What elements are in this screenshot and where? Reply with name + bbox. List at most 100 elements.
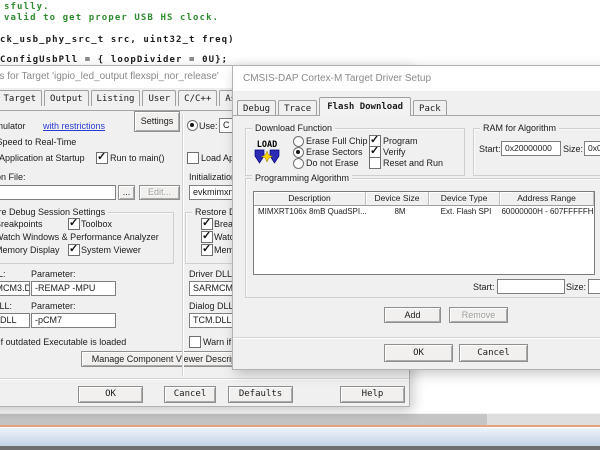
- algo-size-label: Size:: [566, 282, 586, 293]
- erase-full-chip-radio[interactable]: [293, 136, 304, 147]
- restore-session-group-left-label: Restore Debug Session Settings: [0, 207, 108, 218]
- defaults-button[interactable]: Defaults: [228, 386, 293, 403]
- do-not-erase-radio[interactable]: [293, 158, 304, 169]
- table-row[interactable]: MIMXRT106x 8mB QuadSPI... 8M Ext. Flash …: [254, 206, 594, 218]
- browse-button[interactable]: ...: [118, 185, 135, 200]
- tab-trace[interactable]: Trace: [278, 100, 317, 116]
- col-device-size[interactable]: Device Size: [366, 192, 429, 206]
- dialog-parameter-label: Parameter:: [31, 301, 76, 312]
- download-function-label: Download Function: [252, 123, 335, 134]
- code-line: valid to get proper USB HS clock.: [4, 13, 219, 23]
- warn-outdated-right-checkbox[interactable]: [189, 336, 201, 348]
- reset-and-run-checkbox[interactable]: [369, 157, 381, 169]
- tab-flash-download[interactable]: Flash Download: [319, 97, 411, 116]
- dialog-dll-label: Dialog DLL:: [0, 301, 12, 312]
- memory-display-label: Memory Display: [0, 245, 60, 256]
- verify-label: Verify: [383, 147, 406, 158]
- code-line: ConfigUsbPll = { loopDivider = 0U};: [0, 55, 228, 65]
- tab-user[interactable]: User: [142, 90, 176, 106]
- scrollbar-thumb[interactable]: [0, 414, 487, 425]
- remove-button[interactable]: Remove: [449, 307, 508, 323]
- programming-algorithm-table[interactable]: Description Device Size Device Type Addr…: [253, 191, 595, 275]
- code-line: ck_usb_phy_src_t src, uint32_t freq): [0, 35, 235, 45]
- status-bar: [0, 427, 600, 447]
- button-separator: [0, 378, 409, 379]
- use-target-driver-radio[interactable]: [187, 120, 198, 131]
- dialog-dll-input[interactable]: DCM.DLL: [0, 313, 30, 328]
- cpu-dll-label: CPU DLL:: [0, 269, 6, 280]
- memory-right-checkbox[interactable]: [201, 244, 213, 256]
- tab-cpp[interactable]: C/C++: [178, 90, 217, 106]
- algo-start-label: Start:: [473, 282, 495, 293]
- ram-size-label: Size:: [563, 144, 583, 155]
- system-viewer-label: System Viewer: [81, 245, 141, 256]
- programming-algorithm-label: Programming Algorithm: [252, 173, 352, 184]
- settings-button[interactable]: Settings: [134, 111, 180, 132]
- tab-pack[interactable]: Pack: [413, 100, 447, 116]
- edit-button[interactable]: Edit...: [139, 185, 180, 200]
- col-description[interactable]: Description: [254, 192, 366, 206]
- toolbox-checkbox[interactable]: [68, 218, 80, 230]
- load-app-right-checkbox[interactable]: [187, 152, 199, 164]
- load-flash-icon: LOAD: [253, 138, 281, 166]
- tab-target[interactable]: Target: [0, 90, 42, 106]
- dialog-parameter-input[interactable]: -pCM7: [31, 313, 116, 328]
- limit-speed-label: Limit Speed to Real-Time: [0, 137, 76, 148]
- program-label: Program: [383, 136, 418, 147]
- erase-full-chip-label: Erase Full Chip: [306, 136, 368, 147]
- cell-address-range: 60000000H - 607FFFFFH: [501, 206, 594, 218]
- algo-size-input[interactable]: [588, 279, 600, 294]
- col-device-type[interactable]: Device Type: [429, 192, 500, 206]
- toolbox-label: Toolbox: [81, 219, 112, 230]
- do-not-erase-label: Do not Erase: [306, 158, 359, 169]
- svg-text:LOAD: LOAD: [257, 140, 277, 150]
- cmsis-ok-button[interactable]: OK: [384, 344, 453, 362]
- cell-device-type: Ext. Flash SPI: [431, 206, 501, 218]
- cell-description: MIMXRT106x 8mB QuadSPI...: [254, 206, 369, 218]
- horizontal-scrollbar[interactable]: [0, 413, 600, 425]
- ram-size-input[interactable]: 0x000: [584, 141, 600, 156]
- system-viewer-checkbox[interactable]: [68, 244, 80, 256]
- ram-start-label: Start:: [479, 144, 501, 155]
- cpu-dll-input[interactable]: SARMCM3.DLL: [0, 281, 30, 296]
- erase-sectors-radio[interactable]: [293, 147, 304, 158]
- with-restrictions-link[interactable]: with restrictions: [43, 121, 105, 132]
- cell-device-size: 8M: [369, 206, 431, 218]
- algo-start-input[interactable]: [497, 279, 565, 294]
- ram-for-algorithm-label: RAM for Algorithm: [480, 123, 559, 134]
- column-divider: [182, 114, 183, 376]
- cmsis-cancel-button[interactable]: Cancel: [459, 344, 528, 362]
- cmsis-button-separator: [233, 337, 600, 338]
- watch-windows-label: Watch Windows & Performance Analyzer: [0, 232, 159, 243]
- help-button[interactable]: Help: [340, 386, 405, 403]
- table-header-row: Description Device Size Device Type Addr…: [254, 192, 594, 206]
- load-app-label: Load Application at Startup: [0, 153, 85, 164]
- bottom-strip: [0, 446, 600, 450]
- use-label: Use:: [199, 121, 218, 132]
- add-button[interactable]: Add: [384, 307, 441, 323]
- driver-dll-label: Driver DLL:: [189, 269, 235, 280]
- code-line: sfully.: [4, 2, 50, 12]
- tab-debug[interactable]: Debug: [237, 100, 276, 116]
- cmsis-tab-divider: [233, 115, 600, 116]
- init-file-label: Initialization File:: [0, 172, 26, 183]
- run-to-main-label: Run to main(): [110, 153, 165, 164]
- warn-outdated-label: Warn if outdated Executable is loaded: [0, 337, 126, 348]
- ram-start-input[interactable]: 0x20000000: [501, 141, 561, 156]
- cmsis-dialog-titlebar[interactable]: CMSIS-DAP Cortex-M Target Driver Setup: [233, 66, 600, 92]
- run-to-main-checkbox[interactable]: [96, 152, 108, 164]
- use-simulator-label: Use Simulator: [0, 121, 26, 132]
- app-screen: sfully. valid to get proper USB HS clock…: [0, 0, 600, 450]
- init-file-input[interactable]: [0, 185, 116, 200]
- ok-button[interactable]: OK: [78, 386, 143, 403]
- col-address-range[interactable]: Address Range: [500, 192, 594, 206]
- tab-listing[interactable]: Listing: [91, 90, 141, 106]
- cmsis-dap-dialog: CMSIS-DAP Cortex-M Target Driver Setup D…: [232, 65, 600, 370]
- erase-sectors-label: Erase Sectors: [306, 147, 363, 158]
- reset-and-run-label: Reset and Run: [383, 158, 443, 169]
- cancel-button[interactable]: Cancel: [164, 386, 216, 403]
- tab-output[interactable]: Output: [44, 90, 89, 106]
- breakpoints-label: Breakpoints: [0, 219, 43, 230]
- dialog-dll-right-label: Dialog DLL:: [189, 301, 236, 312]
- cpu-parameter-input[interactable]: -REMAP -MPU: [31, 281, 116, 296]
